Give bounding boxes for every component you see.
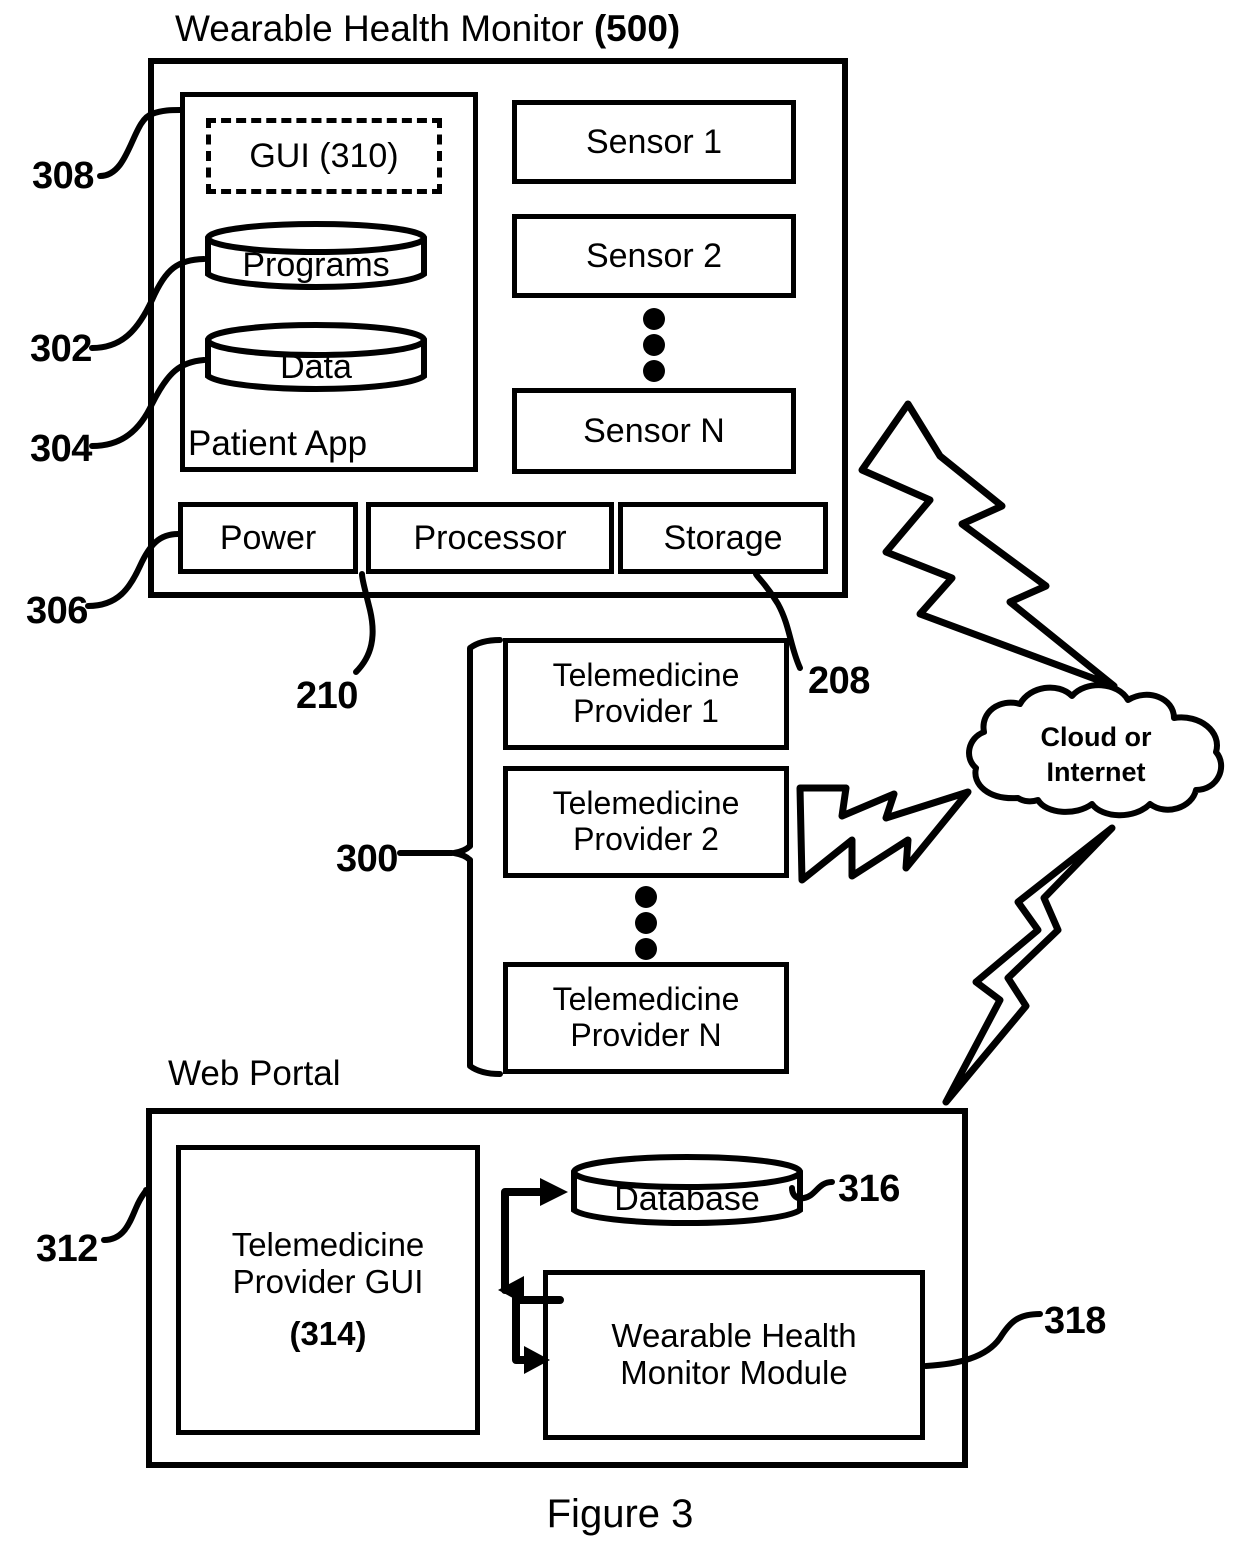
storage-box: Storage — [618, 502, 828, 574]
ref-number-316: 316 — [838, 1168, 900, 1210]
data-cylinder: Data — [204, 320, 428, 396]
telemedicine-provider-box-n: Telemedicine Provider N — [503, 962, 789, 1074]
power-label: Power — [219, 518, 317, 557]
wearable-health-monitor-module-box: Wearable Health Monitor Module — [543, 1270, 925, 1440]
programs-cylinder: Programs — [204, 220, 428, 292]
ref-number-308: 308 — [32, 155, 94, 197]
sensor-box-1: Sensor 1 — [512, 100, 796, 184]
cloud-label: Cloud or Internet — [960, 720, 1232, 790]
provider-ellipsis-dots — [635, 886, 657, 964]
provider-n-line1: Telemedicine — [552, 981, 740, 1018]
module-line2: Monitor Module — [620, 1354, 848, 1391]
storage-label: Storage — [663, 518, 783, 557]
sensor-label-n: Sensor N — [583, 411, 725, 450]
provider-2-line2: Provider 2 — [573, 821, 719, 857]
gui-dashed-box: GUI (310) — [206, 118, 442, 194]
cloud-line1: Cloud or — [1040, 722, 1152, 752]
module-line1: Wearable Health — [611, 1317, 857, 1355]
ellipsis-dot — [635, 886, 657, 908]
telemedicine-provider-box-2: Telemedicine Provider 2 — [503, 766, 789, 878]
ref-number-300: 300 — [336, 838, 398, 880]
leader-line-312 — [101, 1187, 149, 1243]
processor-label: Processor — [413, 518, 567, 557]
telemedicine-provider-box-1: Telemedicine Provider 1 — [503, 638, 789, 750]
cloud-shape: Cloud or Internet — [960, 680, 1232, 820]
device-title: Wearable Health Monitor (500) — [175, 8, 680, 50]
sensor-box-n: Sensor N — [512, 388, 796, 474]
patient-app-label: Patient App — [188, 424, 368, 463]
bracket-300-lower — [467, 857, 503, 1077]
ref-number-306: 306 — [26, 590, 88, 632]
device-title-ref: (500) — [593, 8, 681, 49]
ref-number-210: 210 — [296, 675, 358, 717]
ref-number-318: 318 — [1044, 1300, 1106, 1342]
ref-number-312: 312 — [36, 1228, 98, 1270]
ellipsis-dot — [635, 912, 657, 934]
portal-gui-line2: Provider GUI — [232, 1262, 424, 1300]
provider-2-line1: Telemedicine — [552, 785, 740, 822]
figure-canvas: Wearable Health Monitor (500) Patient Ap… — [0, 0, 1240, 1557]
ellipsis-dot — [635, 938, 657, 960]
sensor-label-2: Sensor 2 — [585, 236, 723, 275]
provider-1-line2: Provider 1 — [573, 693, 719, 729]
sensor-label-1: Sensor 1 — [585, 122, 723, 161]
provider-n-line2: Provider N — [570, 1017, 722, 1053]
portal-gui-line1: Telemedicine — [231, 1225, 425, 1263]
lightning-bolt-cloud-to-portal — [942, 824, 1116, 1106]
provider-1-line1: Telemedicine — [552, 657, 740, 694]
bracket-300-tip — [451, 843, 473, 863]
cloud-line2: Internet — [1046, 757, 1146, 788]
power-box: Power — [178, 502, 358, 574]
ref-number-208: 208 — [808, 660, 870, 702]
sensor-ellipsis-dots — [643, 308, 665, 386]
sensor-box-2: Sensor 2 — [512, 214, 796, 298]
device-title-text: Wearable Health Monitor — [175, 8, 584, 49]
bracket-300-upper — [467, 637, 503, 849]
ellipsis-dot — [643, 308, 665, 330]
lightning-bolt-monitor-to-cloud — [858, 400, 1118, 690]
processor-box: Processor — [366, 502, 614, 574]
ellipsis-dot — [643, 360, 665, 382]
ref-number-304: 304 — [30, 428, 92, 470]
figure-caption: Figure 3 — [546, 1492, 694, 1536]
database-cylinder: Database — [570, 1152, 804, 1232]
ref-number-302: 302 — [30, 328, 92, 370]
telemedicine-provider-gui-box: Telemedicine Provider GUI (314) — [176, 1145, 480, 1435]
ellipsis-dot — [643, 334, 665, 356]
portal-gui-ref: (314) — [289, 1315, 367, 1353]
web-portal-title: Web Portal — [168, 1054, 341, 1093]
gui-label: GUI (310) — [249, 136, 399, 175]
lightning-bolt-providers-to-cloud — [796, 784, 972, 884]
